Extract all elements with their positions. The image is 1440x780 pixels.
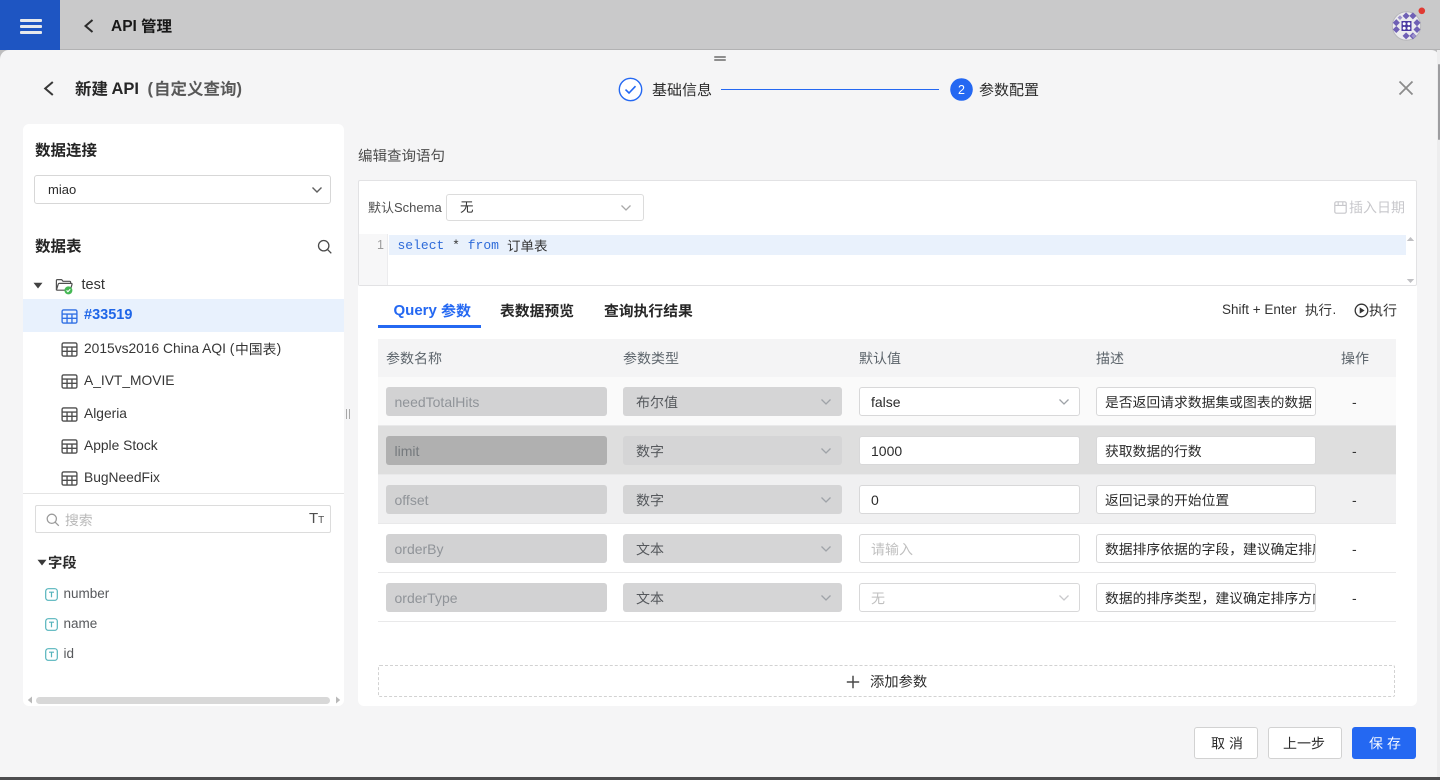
svg-text:2: 2 [958, 83, 965, 97]
